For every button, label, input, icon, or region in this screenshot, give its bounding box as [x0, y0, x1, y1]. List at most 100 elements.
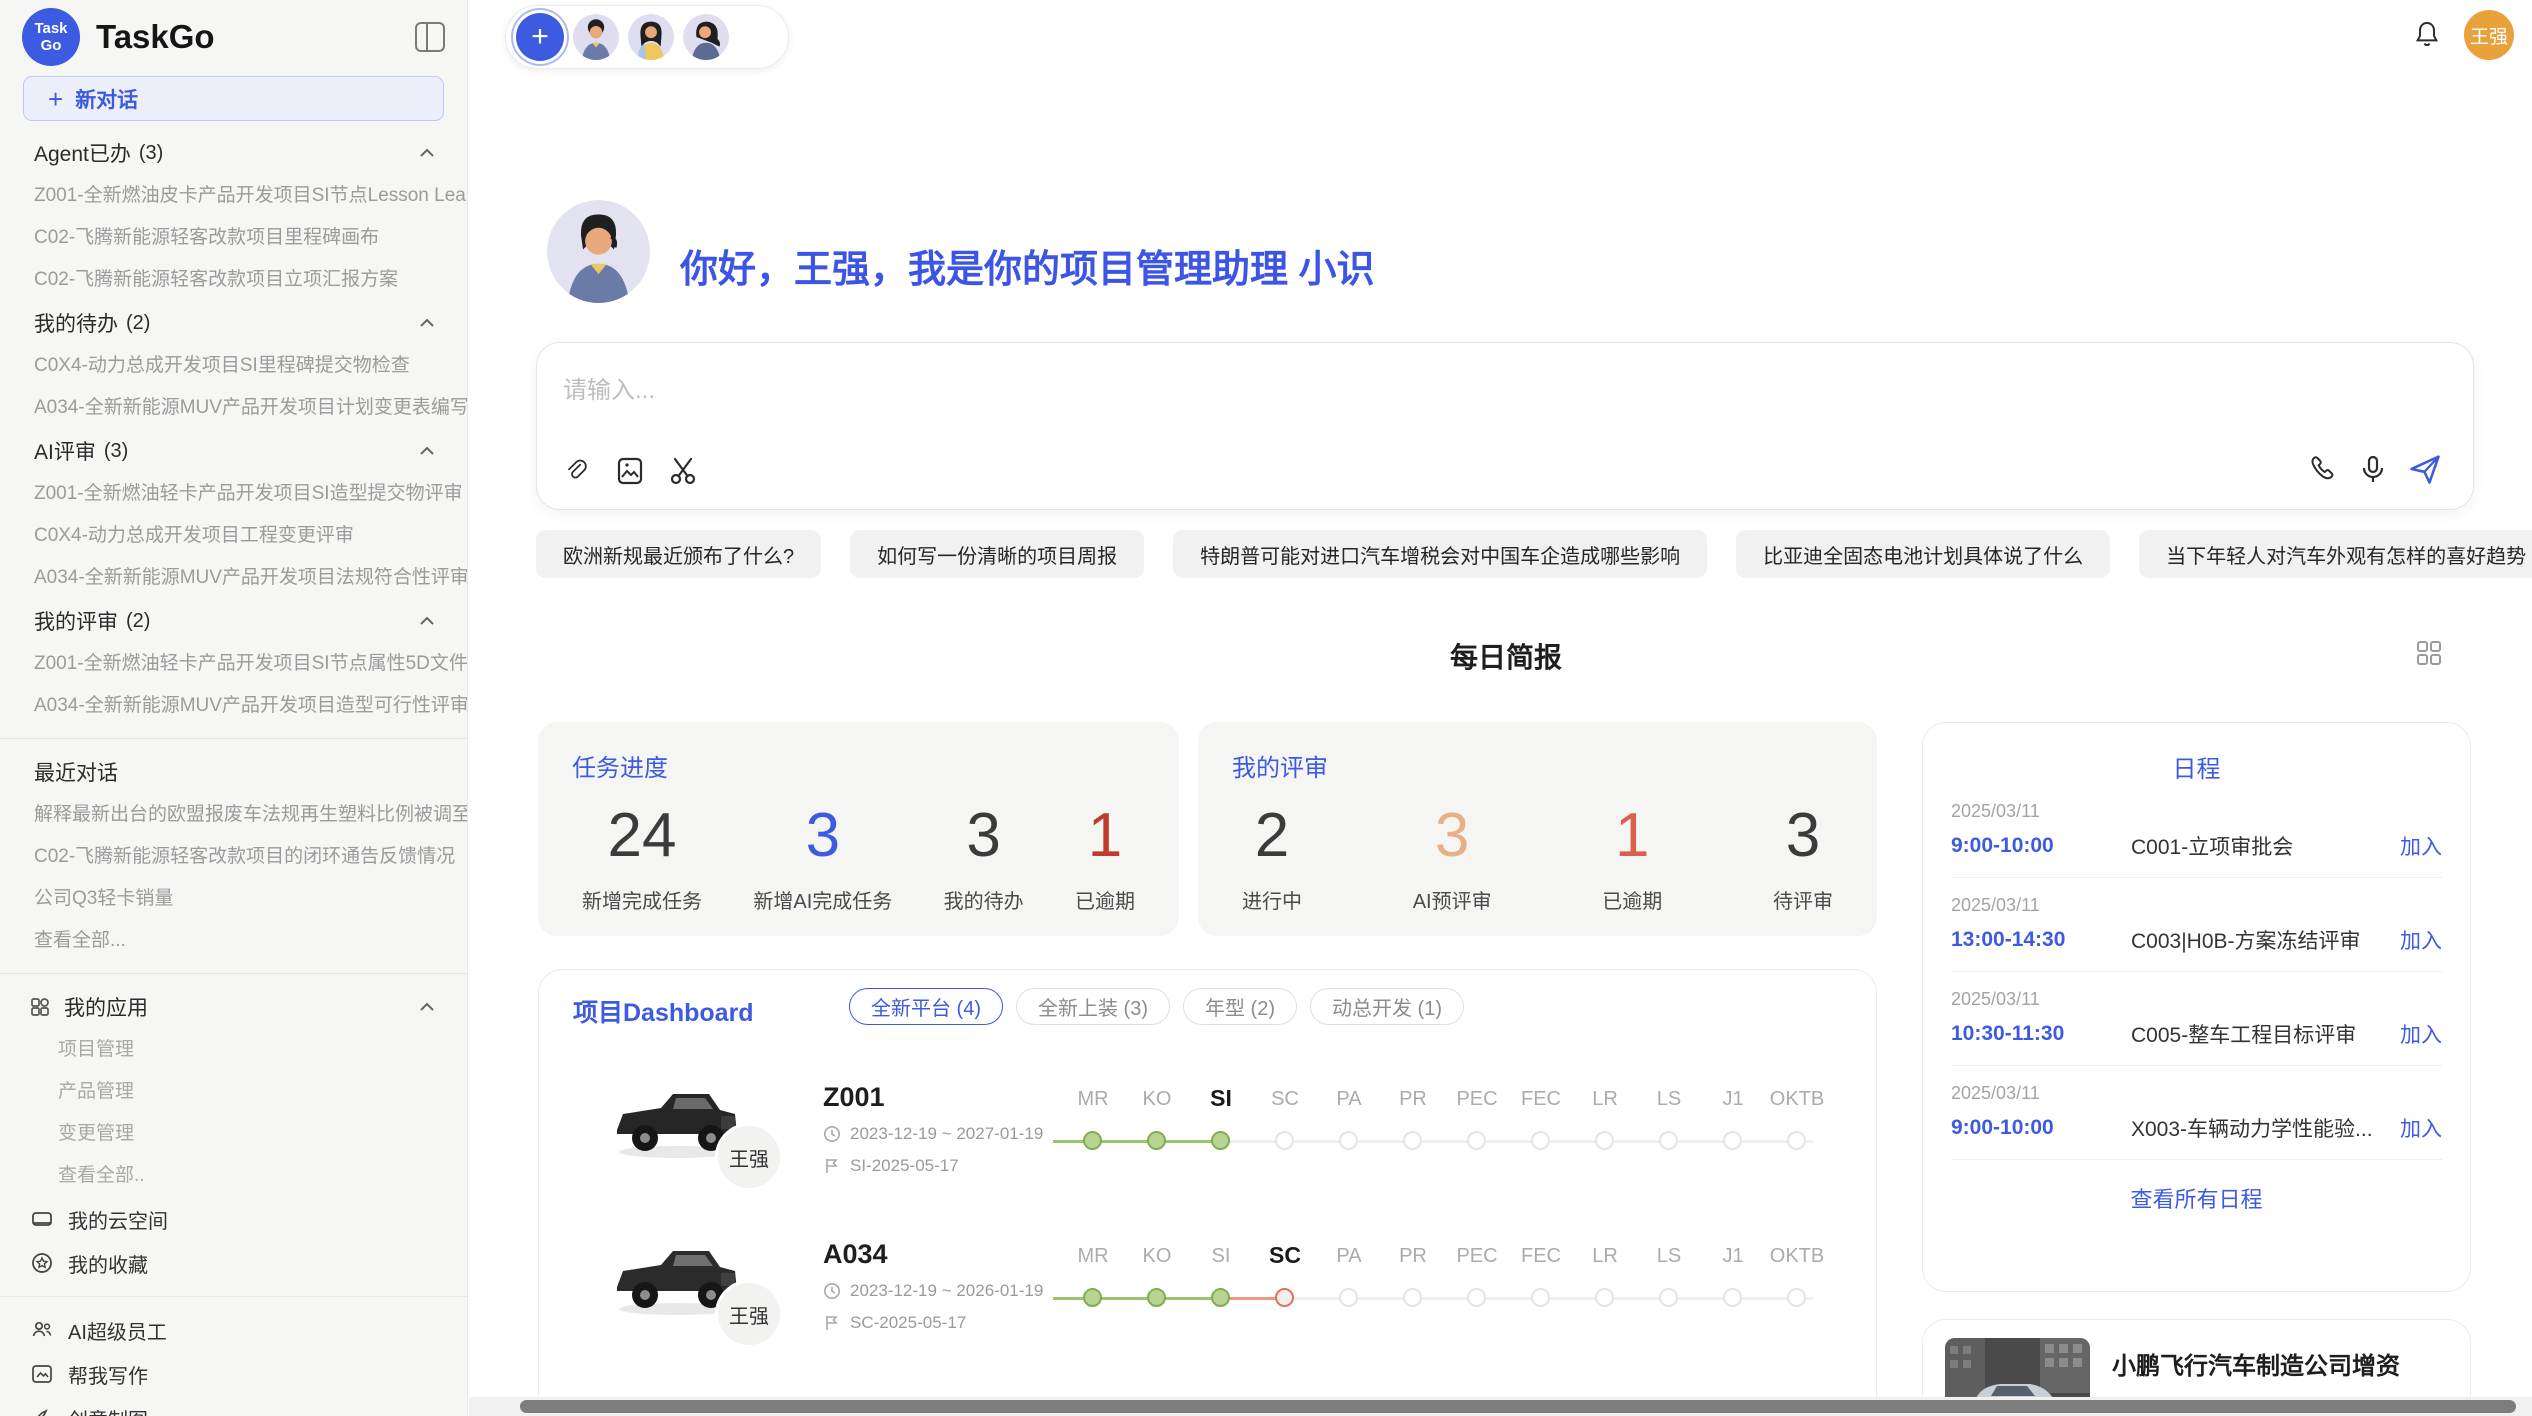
tab-powertrain-dev[interactable]: 动总开发 (1) — [1310, 988, 1464, 1025]
sidebar-item[interactable]: C0X4-动力总成开发项目工程变更评审 — [0, 515, 467, 557]
milestone-dot — [1595, 1131, 1614, 1150]
app-item-change-mgmt[interactable]: 变更管理 — [0, 1113, 467, 1155]
recent-chat-item[interactable]: 公司Q3轻卡销量 — [0, 878, 467, 920]
app-item-project-mgmt[interactable]: 项目管理 — [0, 1029, 467, 1071]
join-link[interactable]: 加入 — [2400, 925, 2442, 955]
milestone-dot-done — [1083, 1288, 1102, 1307]
milestone-dot-done — [1211, 1131, 1230, 1150]
app-item-product-mgmt[interactable]: 产品管理 — [0, 1071, 467, 1113]
recent-chats-header: 最近对话 — [0, 750, 467, 794]
sidebar-collapse-icon[interactable] — [415, 22, 445, 52]
suggestion-chip[interactable]: 欧洲新规最近颁布了什么? — [536, 530, 821, 578]
milestone-label: LR — [1570, 1088, 1640, 1111]
send-icon[interactable] — [2407, 451, 2443, 487]
milestone-dot-done — [1147, 1288, 1166, 1307]
milestone-label: J1 — [1698, 1088, 1768, 1111]
schedule-title: 日程 — [1951, 749, 2442, 784]
pen-icon — [30, 1406, 54, 1416]
view-all-schedule-link[interactable]: 查看所有日程 — [1951, 1182, 2442, 1214]
sidebar: Task Go TaskGo + 新对话 Agent已办 (3) Z001-全新… — [0, 0, 468, 1416]
project-dates: 2023-12-19 ~ 2026-01-19 — [823, 1281, 1043, 1301]
join-link[interactable]: 加入 — [2400, 1019, 2442, 1049]
milestone-label: PR — [1378, 1088, 1448, 1111]
milestone-label: KO — [1122, 1245, 1192, 1268]
sidebar-item[interactable]: A034-全新新能源MUV产品开发项目计划变更表编写 — [0, 387, 467, 429]
layout-grid-icon[interactable] — [2414, 638, 2444, 668]
image-icon[interactable] — [614, 455, 646, 487]
schedule-event-title: C001-立项审批会 — [2131, 831, 2400, 861]
sidebar-lists: Agent已办 (3) Z001-全新燃油皮卡产品开发项目SI节点Lesson … — [0, 131, 467, 1416]
my-cloud-space[interactable]: 我的云空间 — [0, 1197, 467, 1241]
milestone-label: PEC — [1442, 1245, 1512, 1268]
sidebar-item[interactable]: C0X4-动力总成开发项目SI里程碑提交物检查 — [0, 345, 467, 387]
apps-view-all[interactable]: 查看全部.. — [0, 1155, 467, 1197]
add-assistant-button[interactable]: + — [516, 13, 564, 61]
stat-new-ai-done-tasks: 3 新增AI完成任务 — [753, 801, 892, 914]
grid-icon — [30, 997, 50, 1017]
schedule-event-title: C003|H0B-方案冻结评审 — [2131, 925, 2400, 955]
bell-icon[interactable] — [2410, 18, 2444, 52]
task-progress-card: 任务进度 24 新增完成任务 3 新增AI完成任务 3 我的待办 1 已逾期 — [538, 722, 1179, 936]
paperclip-icon[interactable] — [561, 455, 593, 487]
milestone-dot — [1531, 1131, 1550, 1150]
milestone-label: OKTB — [1762, 1088, 1832, 1111]
section-header-my-review[interactable]: 我的评审 (2) — [0, 599, 467, 643]
schedule-date: 2025/03/11 — [1951, 989, 2442, 1010]
section-header-my-todo[interactable]: 我的待办 (2) — [0, 301, 467, 345]
schedule-date: 2025/03/11 — [1951, 895, 2442, 916]
tab-model-year[interactable]: 年型 (2) — [1183, 988, 1297, 1025]
tool-creative-drawing[interactable]: 创意制图 — [0, 1396, 467, 1416]
suggestion-chip[interactable]: 比亚迪全固态电池计划具体说了什么 — [1736, 530, 2110, 578]
tool-help-me-write[interactable]: 帮我写作 — [0, 1352, 467, 1396]
composer-right-actions — [2307, 451, 2443, 487]
milestone-dot-done — [1147, 1131, 1166, 1150]
section-header-ai-review[interactable]: AI评审 (3) — [0, 429, 467, 473]
project-row-z001[interactable]: 王强 Z001 2023-12-19 ~ 2027-01-19 SI-2025-… — [539, 1072, 1876, 1229]
sidebar-item[interactable]: C02-飞腾新能源轻客改款项目立项汇报方案 — [0, 259, 467, 301]
milestone-label: J1 — [1698, 1245, 1768, 1268]
phone-icon[interactable] — [2307, 453, 2339, 485]
assistant-avatar-1[interactable] — [573, 14, 619, 60]
join-link[interactable]: 加入 — [2400, 831, 2442, 861]
clock-icon — [823, 1282, 841, 1300]
tab-new-body[interactable]: 全新上装 (3) — [1016, 988, 1170, 1025]
sidebar-item[interactable]: A034-全新新能源MUV产品开发项目造型可行性评审 — [0, 685, 467, 727]
recent-chat-item[interactable]: C02-飞腾新能源轻客改款项目的闭环通告反馈情况 — [0, 836, 467, 878]
suggestion-chip[interactable]: 如何写一份清晰的项目周报 — [850, 530, 1144, 578]
suggestion-chip[interactable]: 当下年轻人对汽车外观有怎样的喜好趋势 — [2139, 530, 2532, 578]
recent-view-all[interactable]: 查看全部... — [0, 920, 467, 962]
milestone-dot — [1787, 1131, 1806, 1150]
sidebar-item[interactable]: Z001-全新燃油轻卡产品开发项目SI造型提交物评审 — [0, 473, 467, 515]
recent-chat-item[interactable]: 解释最新出台的欧盟报废车法规再生塑料比例被调至15%... — [0, 794, 467, 836]
milestone-dot — [1339, 1131, 1358, 1150]
horizontal-scrollbar-thumb[interactable] — [520, 1400, 2516, 1413]
stat-overdue: 1 已逾期 — [1075, 801, 1135, 914]
chat-input[interactable] — [563, 371, 2163, 411]
sidebar-item[interactable]: Z001-全新燃油轻卡产品开发项目SI节点属性5D文件评审 — [0, 643, 467, 685]
join-link[interactable]: 加入 — [2400, 1113, 2442, 1143]
new-chat-button[interactable]: + 新对话 — [23, 76, 444, 121]
mic-icon[interactable] — [2357, 453, 2389, 485]
schedule-event-title: X003-车辆动力学性能验... — [2131, 1113, 2400, 1143]
assistant-avatar-3[interactable] — [683, 14, 729, 60]
app-logo: Task Go — [22, 8, 80, 66]
tool-ai-super-staff[interactable]: AI超级员工 — [0, 1308, 467, 1352]
user-avatar[interactable]: 王强 — [2464, 10, 2514, 60]
section-header-agent-done[interactable]: Agent已办 (3) — [0, 131, 467, 175]
assistant-avatar-2[interactable] — [628, 14, 674, 60]
scissors-icon[interactable] — [667, 455, 699, 487]
suggestion-chip[interactable]: 特朗普可能对进口汽车增税会对中国车企造成哪些影响 — [1173, 530, 1707, 578]
sidebar-item[interactable]: A034-全新新能源MUV产品开发项目法规符合性评审 — [0, 557, 467, 599]
milestone-dot — [1787, 1288, 1806, 1307]
sidebar-item[interactable]: Z001-全新燃油皮卡产品开发项目SI节点Lesson Learn报告 — [0, 175, 467, 217]
milestone-dot — [1659, 1288, 1678, 1307]
my-favorites[interactable]: 我的收藏 — [0, 1241, 467, 1285]
sidebar-item[interactable]: C02-飞腾新能源轻客改款项目里程碑画布 — [0, 217, 467, 259]
my-apps-header[interactable]: 我的应用 — [0, 985, 467, 1029]
project-code: Z001 — [823, 1082, 885, 1113]
tab-new-platform[interactable]: 全新平台 (4) — [849, 988, 1003, 1025]
project-row-a034[interactable]: 王强 A034 2023-12-19 ~ 2026-01-19 SC-2025-… — [539, 1229, 1876, 1386]
milestone-label-current: SI — [1186, 1085, 1256, 1112]
schedule-item: 2025/03/11 9:00-10:00 X003-车辆动力学性能验... 加… — [1951, 1066, 2442, 1160]
stat-in-progress: 2 进行中 — [1242, 801, 1302, 914]
